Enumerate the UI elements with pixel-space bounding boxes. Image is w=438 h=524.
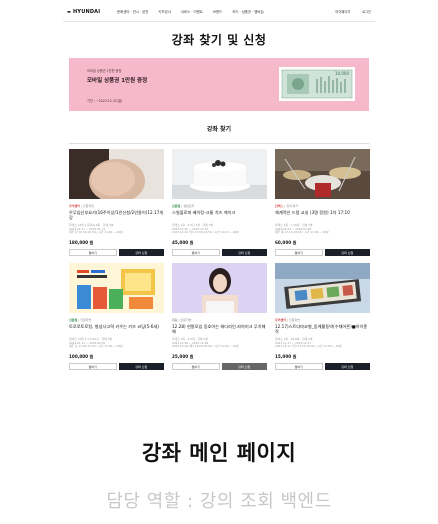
banner-subtitle: 모바일 상품권 1만원 증정 (87, 69, 122, 73)
course-price: 15,000 원 (275, 354, 297, 359)
course-actions: 찜하기 강좌 신청 (69, 363, 164, 370)
wish-button[interactable]: 찜하기 (172, 363, 220, 370)
gnb-utility: 마이페이지 로그인 (336, 9, 371, 14)
course-price: 25,000 원 (172, 354, 194, 359)
course-thumbnail[interactable] (69, 263, 164, 313)
course-card: 무역센터 | 인문학습 우무임신부요가(16주이상/1인신청/2인용이)12.1… (69, 149, 164, 256)
course-meta: 클래스 1회 · 4·3회 · 현재 1명 2023.12.28 ~ 2023.1… (172, 337, 239, 349)
course-category: 무역센터 | 인문학습 (275, 318, 301, 322)
login-link[interactable]: 로그인 (362, 9, 371, 14)
course-category: 무역센터 | 인문학습 (69, 204, 95, 208)
course-title[interactable]: 스윗플로피 베이킹-크롬 치즈 케이크 (172, 210, 267, 221)
gnb-item-kids[interactable]: 키즈강사 (158, 9, 170, 14)
course-card: 목동 | 인문학습 12.28) 연말모임 동호어는 헤디라인.자아미크 무치해… (172, 263, 267, 370)
apply-button[interactable]: 강좌 신청 (118, 363, 164, 370)
caption-subtitle: 담당 역할 : 강의 조회 백엔드 (106, 491, 332, 512)
logo-text: HYUNDAI (72, 8, 101, 15)
apply-button[interactable]: 강좌 신청 (221, 249, 267, 256)
section-divider (69, 143, 369, 144)
voucher-image: 10,000 (279, 67, 355, 101)
course-category: 킨텍스 | 취미·여가 (275, 204, 299, 208)
course-title[interactable]: 12.17)스트다마코형_동계활동박(수채어른)■아이흥작 (275, 324, 370, 335)
course-meta: 클래스 12월 3·7·5/21기 · 현재 3명 2024.01.13 ~ 20… (69, 337, 123, 349)
gnb-item-service[interactable]: 서비스 · 이벤트 (181, 9, 203, 14)
course-actions: 찜하기 강좌 신청 (172, 249, 267, 256)
course-price: 45,000 원 (172, 240, 194, 245)
page-title: 강좌 찾기 및 신청 (171, 33, 267, 47)
gnb-item-culture[interactable]: 문화센터 · 전시 · 공연 (117, 9, 148, 14)
global-nav: ▬ HYUNDAI 문화센터 · 전시 · 공연 키즈강사 서비스 · 이벤트 … (63, 2, 375, 22)
course-actions: 찜하기 강좌 신청 (275, 363, 370, 370)
apply-button[interactable]: 강좌 신청 (324, 249, 370, 256)
course-thumbnail[interactable] (69, 149, 164, 199)
course-thumbnail[interactable] (172, 149, 267, 199)
promo-banner[interactable]: 모바일 상품권 1만원 증정 모바일 상품권 1만원 증정 기간 : ~2023… (69, 58, 369, 111)
voucher-amount: 10,000 (335, 71, 349, 76)
screenshot-frame: ▬ HYUNDAI 문화센터 · 전시 · 공연 키즈강사 서비스 · 이벤트 … (63, 2, 375, 394)
wish-button[interactable]: 찜하기 (275, 363, 323, 370)
course-meta: 클래스 1회 · 6·3단 2월 · 현재 1명 2023.12.10 ~ 202… (172, 223, 239, 235)
course-category: 목동 | 인문학습 (172, 318, 192, 322)
course-actions: 찜하기 강좌 신청 (275, 249, 370, 256)
wish-button[interactable]: 찜하기 (172, 249, 220, 256)
gnb-menu: 문화센터 · 전시 · 공연 키즈강사 서비스 · 이벤트 브랜드 카드 · 상… (117, 9, 264, 14)
course-card: 무역센터 | 인문학습 12.17)스트다마코형_동계활동박(수채어른)■아이흥… (275, 263, 370, 370)
course-category: 신촌점 | 인문학습 (69, 318, 92, 322)
banner-title: 모바일 상품권 1만원 증정 (87, 78, 148, 84)
course-thumbnail[interactable] (275, 149, 370, 199)
wish-button[interactable]: 찜하기 (69, 363, 117, 370)
course-title[interactable]: 토로로토로킹, 형성사고력 키우는 키즈 코딩(5-6세) (69, 324, 164, 335)
course-actions: 찜하기 강좌 신청 (172, 363, 267, 370)
course-price: 60,000 원 (275, 240, 297, 245)
logo[interactable]: ▬ HYUNDAI (67, 9, 107, 15)
course-actions: 찜하기 강좌 신청 (69, 249, 164, 256)
course-card: 신촌점 | 인문학습 토로로토로킹, 형성사고력 키우는 키즈 코딩(5-6세)… (69, 263, 164, 370)
wish-button[interactable]: 찜하기 (275, 249, 323, 256)
course-title[interactable]: 12.28) 연말모임 동호어는 헤디라인.자아미크 무치해해 (172, 324, 267, 335)
course-grid: 무역센터 | 인문학습 우무임신부요가(16주이상/1인신청/2인용이)12.1… (69, 149, 370, 370)
course-title[interactable]: 우무임신부요가(16주이상/1인신청/2인용이)12.17개강 (69, 210, 164, 221)
apply-button[interactable]: 강좌 신청 (324, 363, 370, 370)
course-title[interactable]: 체계적인 드럼 교실 (3명 정원) 1차 17:10 (275, 210, 370, 221)
course-card: 신촌점 | 생활요리 스윗플로피 베이킹-크롬 치즈 케이크 클래스 1회 · … (172, 149, 267, 256)
banner-period: 기간 : ~2023.12.31(일) (87, 99, 123, 103)
course-card: 킨텍스 | 취미·여가 체계적인 드럼 교실 (3명 정원) 1차 17:10 … (275, 149, 370, 256)
course-meta: 클래스 1회 · 18·6회 · 현재 2명 2023.12.17 ~ 2023.… (275, 337, 342, 349)
apply-button[interactable]: 강좌 신청 (221, 363, 267, 370)
section-title: 강좌 찾기 (206, 126, 232, 133)
caption-title: 강좌 메인 페이지 (141, 441, 297, 465)
course-thumbnail[interactable] (275, 263, 370, 313)
course-price: 100,000 원 (69, 354, 94, 359)
apply-button[interactable]: 강좌 신청 (118, 249, 164, 256)
hyundai-logo-icon: ▬ (67, 9, 71, 14)
gnb-item-card[interactable]: 카드 · 상품권 · 멤버십 (232, 9, 263, 14)
gnb-item-brand[interactable]: 브랜드 (213, 9, 222, 14)
course-meta: 클래스 1회 · 7·26회 · 현재 1명 2024.01.04 ~ 2024.… (275, 223, 329, 235)
course-thumbnail[interactable] (172, 263, 267, 313)
course-price: 180,000 원 (69, 240, 94, 245)
mypage-link[interactable]: 마이페이지 (336, 9, 351, 14)
course-meta: 클래스 12월 2·윤미숙 6회 · 현재 3명 2023.12.17 ~ 202… (69, 223, 123, 235)
course-category: 신촌점 | 생활요리 (172, 204, 195, 208)
wish-button[interactable]: 찜하기 (69, 249, 117, 256)
